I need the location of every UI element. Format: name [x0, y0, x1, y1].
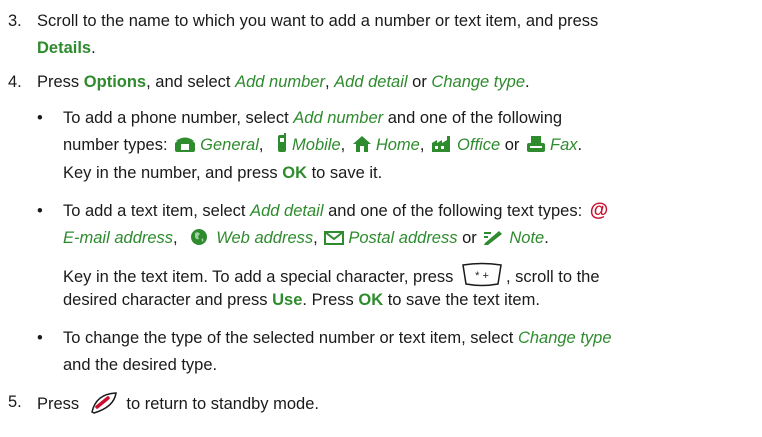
home-type: Home	[375, 136, 420, 154]
general-phone-icon	[175, 137, 196, 152]
press-text: . Press	[302, 291, 354, 309]
add-number-option: Add number	[293, 109, 384, 127]
bullet-1-line-3: Key in the number, and press OK to save …	[63, 162, 382, 184]
step-4-number: 4.	[8, 73, 22, 91]
step-4-select: , and select	[146, 73, 231, 91]
comma: ,	[340, 136, 346, 154]
email-type: E-mail address	[63, 229, 174, 247]
period: .	[577, 136, 583, 154]
scroll-to-text: , scroll to the	[506, 268, 600, 286]
comma: ,	[313, 229, 318, 247]
return-standby-text: to return to standby mode.	[126, 395, 319, 413]
add-detail-option: Add detail	[250, 202, 324, 220]
general-type: General	[200, 136, 259, 154]
envelope-icon	[324, 231, 345, 245]
bullet-2-line-4: desired character and press Use. Press O…	[63, 289, 540, 311]
key-in-text-item: Key in the text item. To add a special c…	[63, 268, 454, 286]
save-it-text: to save it.	[311, 164, 383, 182]
key-in-number-text: Key in the number, and press	[63, 164, 278, 182]
step-3-number: 3.	[8, 12, 22, 30]
period: .	[544, 229, 549, 247]
bullet-3-line-2: and the desired type.	[63, 354, 217, 376]
step-4-comma: ,	[324, 73, 330, 91]
bullet-2-line-2: E-mail address, Web address, Postal addr…	[63, 227, 549, 249]
bullet-1-marker: •	[37, 109, 43, 127]
note-pencil-icon	[484, 231, 503, 245]
step-4-press: Press	[37, 73, 80, 91]
manual-page: 3. Scroll to the name to which you want …	[0, 0, 762, 437]
note-type: Note	[509, 229, 545, 247]
or-text: or	[504, 136, 520, 154]
desired-type-text: and the desired type.	[63, 356, 218, 374]
bullet-2-line-3: Key in the text item. To add a special c…	[63, 262, 600, 288]
use-label: Use	[272, 291, 303, 309]
change-type-option: Change type	[431, 73, 525, 91]
end-call-key-icon	[90, 392, 117, 414]
step-3-text: Scroll to the name to which you want to …	[37, 12, 599, 30]
bullet-1-line-2: number types: General, Mobile, Home, Off…	[63, 133, 582, 156]
ok-label: OK	[282, 164, 307, 182]
office-type: Office	[457, 136, 501, 154]
save-text-item: to save the text item.	[387, 291, 540, 309]
office-icon	[432, 136, 451, 152]
step-4-or: or	[412, 73, 427, 91]
step-3-line-2: Details.	[37, 37, 96, 59]
step-3-line-1: Scroll to the name to which you want to …	[37, 10, 598, 32]
home-icon	[352, 136, 371, 152]
add-detail-option: Add detail	[334, 73, 408, 91]
comma: ,	[258, 136, 264, 154]
comma: ,	[419, 136, 425, 154]
mobile-phone-icon	[278, 133, 287, 152]
or-text: or	[462, 229, 477, 247]
step-5-number: 5.	[8, 393, 22, 411]
web-type: Web address	[216, 229, 314, 247]
change-type-option: Change type	[517, 329, 612, 347]
step-4-end: .	[525, 73, 530, 91]
step-5-press: Press	[37, 395, 80, 413]
bullet-2-text-a: To add a text item, select	[63, 202, 246, 220]
bullet-3-text: To change the type of the selected numbe…	[63, 329, 514, 347]
step-3-end: .	[91, 39, 96, 57]
details-label: Details	[37, 39, 92, 57]
star-key-label: * +	[475, 270, 489, 282]
globe-icon	[191, 229, 208, 245]
step-4-line: Press Options, and select Add number, Ad…	[37, 71, 530, 93]
add-number-option: Add number	[235, 73, 325, 91]
bullet-1-text-b: and one of the following	[387, 109, 563, 127]
mobile-type: Mobile	[292, 136, 341, 154]
bullet-3-marker: •	[37, 329, 43, 347]
fax-icon	[527, 136, 546, 152]
bullet-2-text-b: and one of the following text types:	[328, 202, 583, 220]
step-5-line: Press to return to standby mode.	[37, 391, 319, 415]
options-label: Options	[83, 73, 147, 91]
desired-character-text: desired character and press	[63, 291, 268, 309]
bullet-2-marker: •	[37, 202, 43, 220]
comma: ,	[173, 229, 178, 247]
star-key-icon: * +	[462, 262, 502, 287]
postal-type: Postal address	[348, 229, 458, 247]
ok-label: OK	[358, 291, 384, 309]
fax-type: Fax	[550, 136, 578, 154]
bullet-3-line-1: To change the type of the selected numbe…	[63, 327, 612, 349]
number-types-label: number types:	[63, 136, 168, 154]
bullet-1-text-a: To add a phone number, select	[63, 109, 289, 127]
bullet-2-line-1: To add a text item, select Add detail an…	[63, 200, 608, 222]
at-sign-icon: @	[589, 200, 609, 221]
bullet-1-line-1: To add a phone number, select Add number…	[63, 107, 562, 129]
